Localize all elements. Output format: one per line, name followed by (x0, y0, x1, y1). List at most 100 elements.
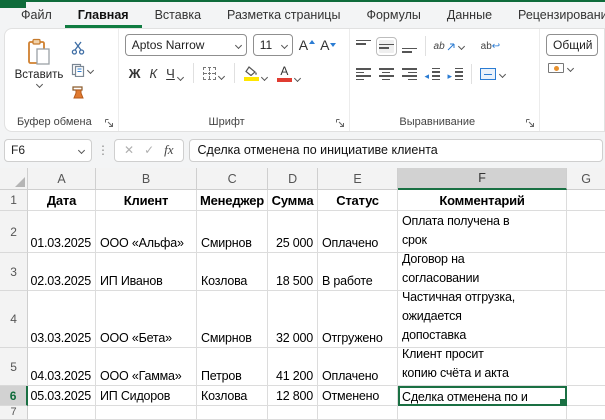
cell-d7[interactable] (268, 406, 318, 420)
column-header-a[interactable]: A (28, 168, 96, 190)
cell-f3[interactable]: Договор на согласовании (398, 253, 567, 291)
row-header-4[interactable]: 4 (0, 291, 28, 348)
cell-f7[interactable] (398, 406, 567, 420)
cell-d4[interactable]: 32 000 (268, 291, 318, 348)
cell-d5[interactable]: 41 200 (268, 348, 318, 386)
font-size-select[interactable]: 11 (252, 34, 293, 56)
borders-button[interactable] (202, 66, 225, 80)
align-right-button[interactable] (401, 68, 417, 81)
cell-e1[interactable]: Статус (318, 190, 398, 211)
underline-button[interactable]: Ч (166, 66, 184, 81)
column-header-g[interactable]: G (567, 168, 605, 190)
row-header-1[interactable]: 1 (0, 190, 28, 211)
number-format-select[interactable]: Общий (546, 34, 598, 56)
cancel-icon[interactable]: ✕ (124, 143, 134, 157)
row-header-5[interactable]: 5 (0, 348, 28, 386)
copy-dropdown-icon[interactable] (87, 67, 94, 74)
cell-a1[interactable]: Дата (28, 190, 96, 211)
increase-font-size-button[interactable]: A (299, 37, 314, 53)
cell-g2[interactable] (567, 211, 605, 253)
font-color-button[interactable]: A (276, 65, 301, 82)
tab-data[interactable]: Данные (434, 2, 505, 28)
merge-center-button[interactable] (479, 68, 506, 80)
accounting-format-button[interactable] (546, 63, 598, 73)
cell-e7[interactable] (318, 406, 398, 420)
paste-button[interactable]: Вставить (11, 34, 67, 114)
row-header-2[interactable]: 2 (0, 211, 28, 253)
align-left-button[interactable] (355, 68, 371, 81)
cell-f5[interactable]: Клиент просит копию счёта и акта (398, 348, 567, 386)
tab-insert[interactable]: Вставка (142, 2, 214, 28)
copy-button[interactable] (71, 62, 94, 78)
formula-bar-drag-handle[interactable]: ⋮ (97, 143, 109, 157)
row-header-6-selected[interactable]: 6 (0, 386, 28, 406)
cell-a6[interactable]: 05.03.2025 (28, 386, 96, 406)
cell-b1[interactable]: Клиент (96, 190, 197, 211)
font-color-dropdown-icon[interactable] (294, 75, 301, 82)
format-painter-button[interactable] (71, 84, 94, 100)
font-name-select[interactable]: Aptos Narrow (124, 34, 247, 56)
cell-f2[interactable]: Оплата получена в срок (398, 211, 567, 253)
tab-review[interactable]: Рецензирование (505, 2, 605, 28)
underline-dropdown-icon[interactable] (177, 74, 184, 81)
cell-d2[interactable]: 25 000 (268, 211, 318, 253)
cell-f4[interactable]: Частичная отгрузка, ожидается допоставка (398, 291, 567, 348)
cell-a5[interactable]: 04.03.2025 (28, 348, 96, 386)
tab-home[interactable]: Главная (65, 2, 142, 28)
cell-d3[interactable]: 18 500 (268, 253, 318, 291)
cell-g4[interactable] (567, 291, 605, 348)
cell-f6-selected[interactable]: Сделка отменена по и (398, 386, 567, 406)
cell-b7[interactable] (96, 406, 197, 420)
cell-b5[interactable]: ООО «Гамма» (96, 348, 197, 386)
cell-c4[interactable]: Смирнов (197, 291, 268, 348)
cell-c5[interactable]: Петров (197, 348, 268, 386)
insert-function-icon[interactable]: fx (164, 142, 173, 158)
tab-formulas[interactable]: Формулы (353, 2, 433, 28)
italic-button[interactable]: К (149, 66, 157, 81)
cell-c3[interactable]: Козлова (197, 253, 268, 291)
cell-e6[interactable]: Отменено (318, 386, 398, 406)
cell-a3[interactable]: 02.03.2025 (28, 253, 96, 291)
alignment-dialog-launcher-icon[interactable] (525, 118, 535, 128)
borders-dropdown-icon[interactable] (218, 73, 225, 80)
cell-a2[interactable]: 01.03.2025 (28, 211, 96, 253)
cell-c6[interactable]: Козлова (197, 386, 268, 406)
enter-icon[interactable]: ✓ (144, 143, 154, 157)
orientation-dropdown-icon[interactable] (458, 43, 465, 50)
fill-color-dropdown-icon[interactable] (261, 74, 268, 81)
formula-input[interactable]: Сделка отменена по инициативе клиента (188, 138, 603, 162)
cell-g1[interactable] (567, 190, 605, 211)
orientation-button[interactable]: ab (434, 41, 465, 52)
cell-c2[interactable]: Смирнов (197, 211, 268, 253)
cell-d6[interactable]: 12 800 (268, 386, 318, 406)
cell-a7[interactable] (28, 406, 96, 420)
cell-c7[interactable] (197, 406, 268, 420)
bold-button[interactable]: Ж (129, 66, 141, 81)
cell-g3[interactable] (567, 253, 605, 291)
name-box[interactable]: F6 (4, 138, 92, 162)
cut-button[interactable] (71, 40, 94, 56)
align-bottom-button[interactable] (401, 40, 417, 53)
cell-c1[interactable]: Менеджер (197, 190, 268, 211)
cell-g7[interactable] (567, 406, 605, 420)
align-top-button[interactable] (355, 39, 371, 53)
tab-page-layout[interactable]: Разметка страницы (214, 2, 353, 28)
column-header-d[interactable]: D (268, 168, 318, 190)
cell-b6[interactable]: ИП Сидоров (96, 386, 197, 406)
column-header-f-selected[interactable]: F (398, 168, 567, 190)
font-dialog-launcher-icon[interactable] (335, 118, 345, 128)
cell-e2[interactable]: Оплачено (318, 211, 398, 253)
column-header-e[interactable]: E (318, 168, 398, 190)
cell-g5[interactable] (567, 348, 605, 386)
align-center-button[interactable] (378, 68, 394, 81)
cell-a4[interactable]: 03.03.2025 (28, 291, 96, 348)
decrease-font-size-button[interactable]: A (320, 37, 335, 53)
cell-b3[interactable]: ИП Иванов (96, 253, 197, 291)
cell-d1[interactable]: Сумма (268, 190, 318, 211)
accounting-dropdown-icon[interactable] (567, 65, 574, 72)
select-all-corner[interactable] (0, 168, 28, 190)
row-header-3[interactable]: 3 (0, 253, 28, 291)
clipboard-dialog-launcher-icon[interactable] (104, 118, 114, 128)
cell-b4[interactable]: ООО «Бета» (96, 291, 197, 348)
merge-dropdown-icon[interactable] (499, 71, 506, 78)
